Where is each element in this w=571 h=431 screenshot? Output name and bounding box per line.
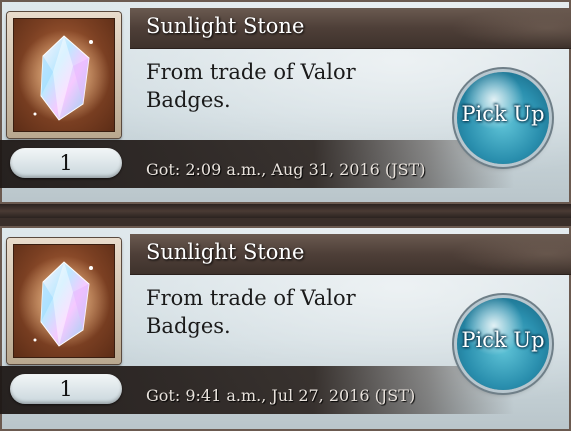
item-icon-frame — [7, 12, 121, 138]
item-description: From trade of Valor Badges. — [146, 286, 356, 338]
sunlight-stone-icon — [13, 244, 115, 358]
obtained-timestamp: Got: 9:41 a.m., Jul 27, 2016 (JST) — [146, 386, 416, 405]
item-list: Sunlight Stone From trade of Valor Badge… — [0, 0, 571, 431]
item-name: Sunlight Stone — [146, 240, 305, 264]
item-card: Sunlight Stone From trade of Valor Badge… — [0, 0, 571, 204]
pick-up-label: Pick Up — [461, 328, 545, 352]
title-bar: Sunlight Stone — [130, 8, 571, 49]
item-icon-frame — [7, 238, 121, 364]
quantity-badge: 1 — [10, 374, 122, 404]
item-description: From trade of Valor Badges. — [146, 60, 356, 112]
item-name: Sunlight Stone — [146, 14, 305, 38]
title-bar: Sunlight Stone — [130, 234, 571, 275]
pick-up-button[interactable]: Pick Up — [457, 72, 549, 164]
quantity-badge: 1 — [10, 148, 122, 178]
obtained-timestamp: Got: 2:09 a.m., Aug 31, 2016 (JST) — [146, 160, 426, 179]
sunlight-stone-icon — [13, 18, 115, 132]
pick-up-label: Pick Up — [461, 102, 545, 126]
card-divider — [0, 204, 571, 218]
item-card: Sunlight Stone From trade of Valor Badge… — [0, 226, 571, 431]
pick-up-button[interactable]: Pick Up — [457, 298, 549, 390]
